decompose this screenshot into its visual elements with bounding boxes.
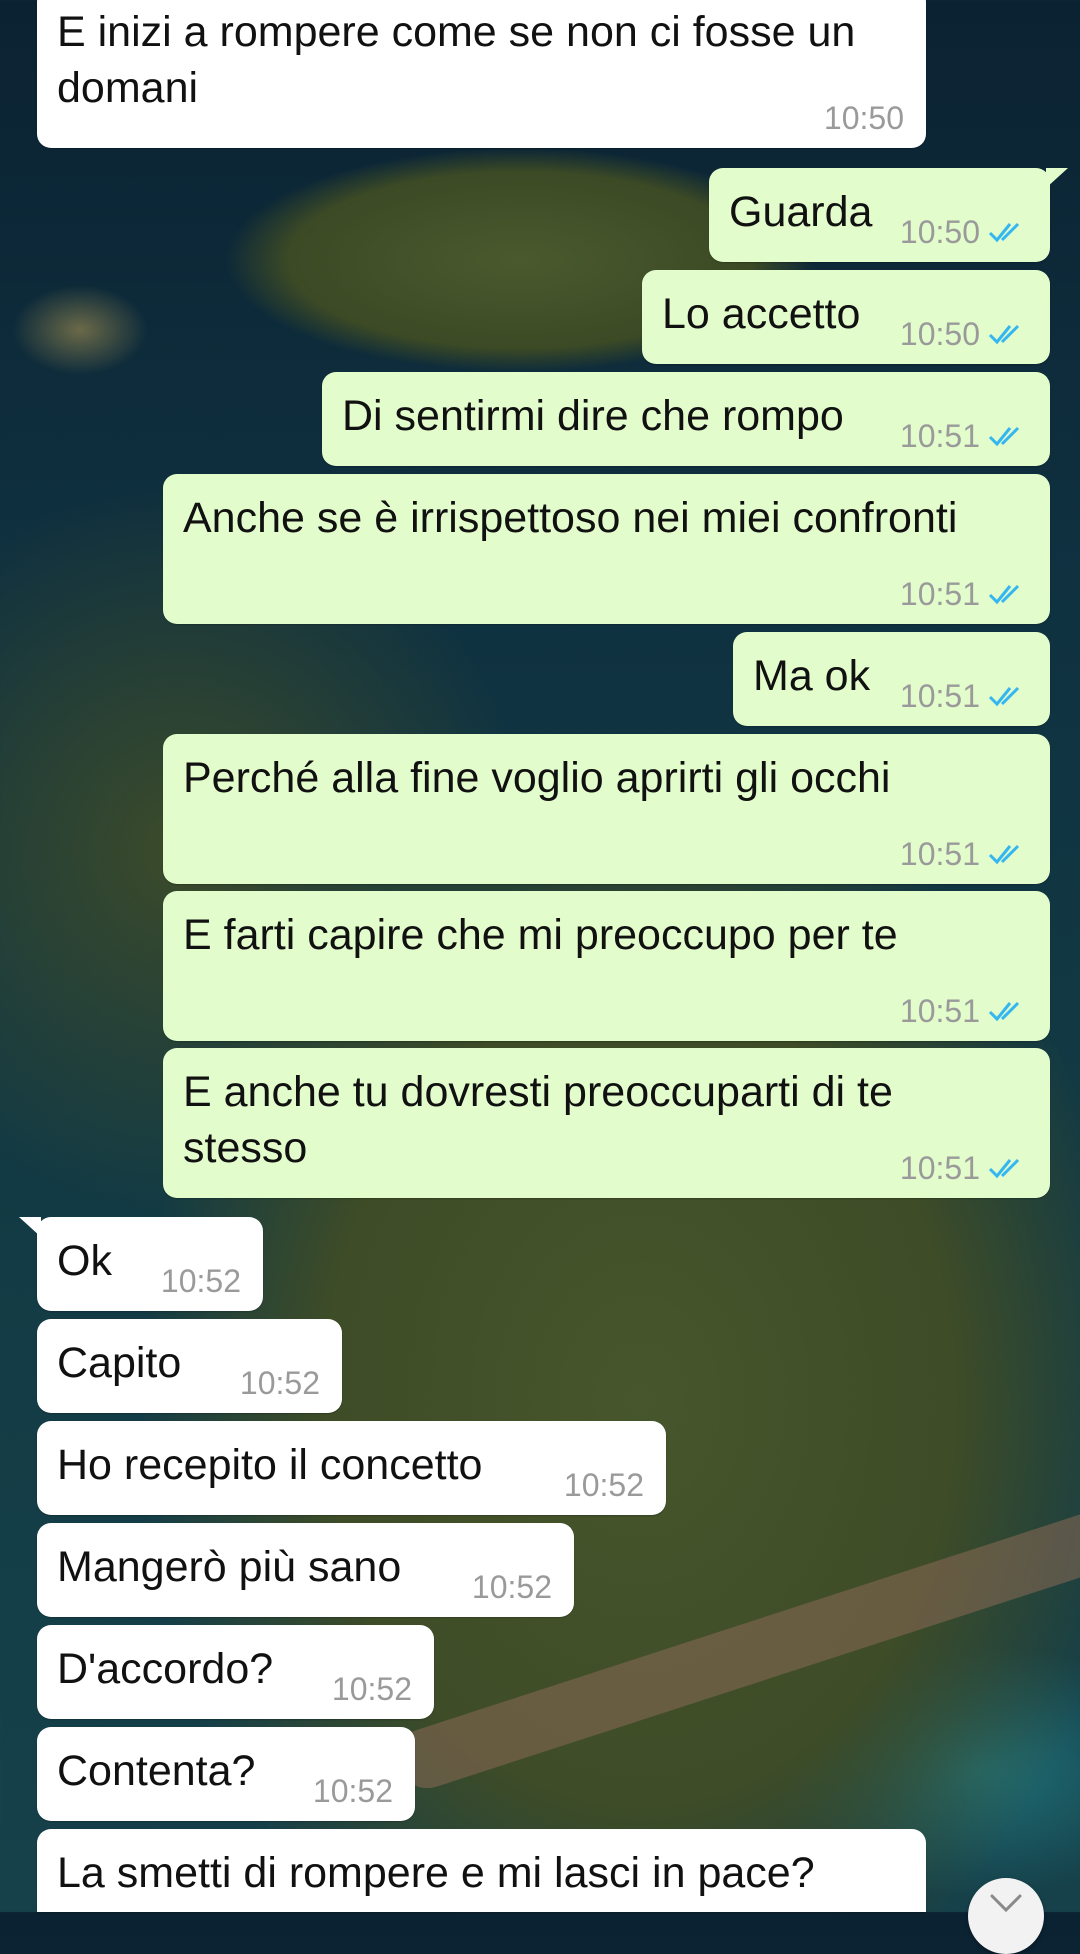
message-bubble-outgoing[interactable]: Anche se è irrispettoso nei miei confron…	[163, 474, 1050, 624]
double-check-icon	[988, 844, 1020, 865]
message-meta: 10:51	[900, 1150, 1028, 1186]
scroll-to-bottom-button[interactable]	[968, 1878, 1044, 1954]
message-time: 10:50	[823, 100, 904, 136]
message-meta: 10:50	[900, 214, 1028, 250]
message-meta: 10:52	[332, 1671, 412, 1707]
double-check-icon	[988, 1001, 1020, 1022]
message-text: Anche se è irrispettoso nei miei confron…	[183, 494, 958, 542]
message-bubble-outgoing[interactable]: E anche tu dovresti preoccuparti di te s…	[163, 1048, 1050, 1198]
message-time: 10:52	[563, 1467, 644, 1503]
double-check-icon	[988, 1158, 1020, 1179]
chevron-down-icon	[990, 1894, 1022, 1913]
message-time: 10:52	[239, 1365, 320, 1401]
message-meta: 10:51	[900, 993, 1028, 1029]
message-text: Ho recepito il concetto	[57, 1441, 483, 1489]
message-bubble-outgoing[interactable]: E farti capire che mi preoccupo per te 1…	[163, 891, 1050, 1041]
message-bubble-incoming[interactable]: Ok 10:52	[19, 1217, 263, 1311]
message-text: E farti capire che mi preoccupo per te	[183, 911, 898, 959]
message-meta: 10:52	[161, 1263, 241, 1299]
message-bubble-outgoing[interactable]: Guarda 10:50	[709, 168, 1068, 262]
message-meta: 10:52	[472, 1569, 552, 1605]
message-bubble-incoming[interactable]: La smetti di rompere e mi lasci in pace?	[37, 1829, 926, 1912]
bubble-tail	[19, 1217, 41, 1237]
message-meta: 10:51	[900, 576, 1028, 612]
message-meta: 10:51	[900, 678, 1028, 714]
bubble-tail	[1046, 168, 1068, 188]
message-bubble-incoming[interactable]: Mangerò più sano 10:52	[37, 1523, 574, 1617]
message-time: 10:52	[331, 1671, 412, 1707]
message-meta: 10:50	[900, 316, 1028, 352]
message-meta: 10:52	[564, 1467, 644, 1503]
message-meta: 10:51	[900, 836, 1028, 872]
message-meta: 10:52	[313, 1773, 393, 1809]
message-time: 10:51	[899, 678, 980, 714]
double-check-icon	[988, 324, 1020, 345]
message-bubble-incoming[interactable]: Capito 10:52	[37, 1319, 342, 1413]
message-time: 10:52	[312, 1773, 393, 1809]
message-bubble-incoming[interactable]: D'accordo? 10:52	[37, 1625, 434, 1719]
message-bubble-outgoing[interactable]: Di sentirmi dire che rompo 10:51	[322, 372, 1050, 466]
message-text: La smetti di rompere e mi lasci in pace?	[57, 1849, 815, 1897]
message-text: E inizi a rompere come se non ci fosse u…	[57, 8, 856, 112]
message-time: 10:50	[899, 214, 980, 250]
message-bubble-outgoing[interactable]: Lo accetto 10:50	[642, 270, 1050, 364]
double-check-icon	[988, 584, 1020, 605]
double-check-icon	[988, 686, 1020, 707]
message-meta: 10:50	[824, 100, 904, 136]
message-time: 10:51	[899, 993, 980, 1029]
message-bubble-incoming[interactable]: E inizi a rompere come se non ci fosse u…	[37, 0, 926, 148]
double-check-icon	[988, 222, 1020, 243]
double-check-icon	[988, 426, 1020, 447]
message-text: Perché alla fine voglio aprirti gli occh…	[183, 754, 891, 802]
message-time: 10:51	[899, 1150, 980, 1186]
message-bubble-incoming[interactable]: Ho recepito il concetto 10:52	[37, 1421, 666, 1515]
message-bubble-outgoing[interactable]: Ma ok 10:51	[733, 632, 1050, 726]
message-time: 10:51	[899, 418, 980, 454]
message-bubble-incoming[interactable]: Contenta? 10:52	[37, 1727, 415, 1821]
message-time: 10:51	[899, 836, 980, 872]
message-time: 10:52	[160, 1263, 241, 1299]
message-time: 10:50	[899, 316, 980, 352]
message-bubble-outgoing[interactable]: Perché alla fine voglio aprirti gli occh…	[163, 734, 1050, 884]
message-time: 10:51	[899, 576, 980, 612]
message-meta: 10:51	[900, 418, 1028, 454]
message-time: 10:52	[471, 1569, 552, 1605]
message-meta: 10:52	[240, 1365, 320, 1401]
